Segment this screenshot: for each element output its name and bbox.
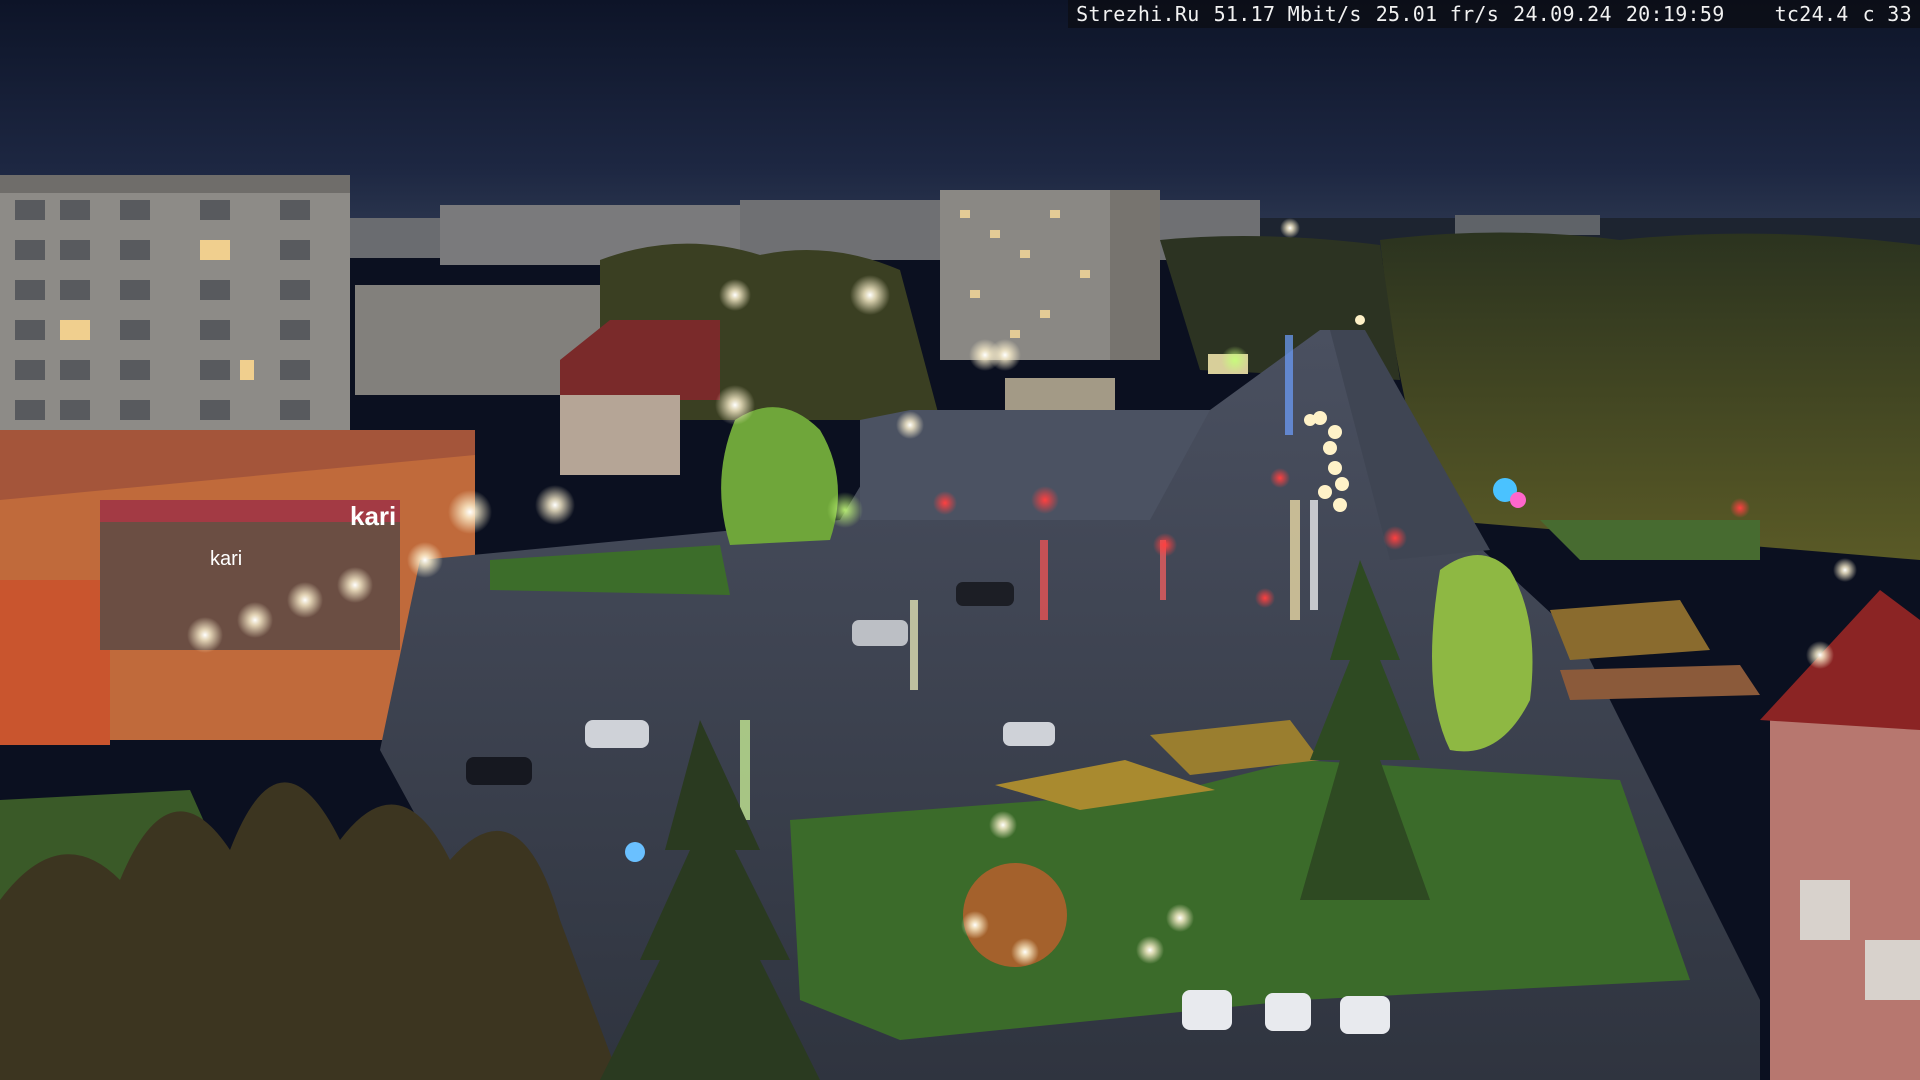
right-corner-building xyxy=(1760,590,1920,1080)
camera-info-overlay: Strezhi.Ru 51.17 Mbit/s 25.01 fr/s 24.09… xyxy=(1068,0,1920,28)
channel-label: c 33 xyxy=(1862,2,1912,26)
green-birch-tree xyxy=(721,407,838,545)
source-label: Strezhi.Ru xyxy=(1076,2,1200,26)
city-square-night-scene: kari kari xyxy=(0,0,1920,1080)
store-sign: kari xyxy=(350,501,396,531)
date-label: 24.09.24 xyxy=(1513,2,1612,26)
time-label: 20:19:59 xyxy=(1625,2,1725,26)
timecode-label: tc24.4 xyxy=(1774,2,1849,26)
grass-lawn-right xyxy=(1540,520,1760,560)
bitrate-label: 51.17 Mbit/s xyxy=(1213,2,1362,26)
framerate-label: 25.01 fr/s xyxy=(1375,2,1500,26)
store-sign-small: kari xyxy=(210,548,242,570)
webcam-frame: kari kari Strezhi.Ru 51.17 Mbit/s 25.01 … xyxy=(0,0,1920,1080)
red-roof-building xyxy=(560,320,720,475)
